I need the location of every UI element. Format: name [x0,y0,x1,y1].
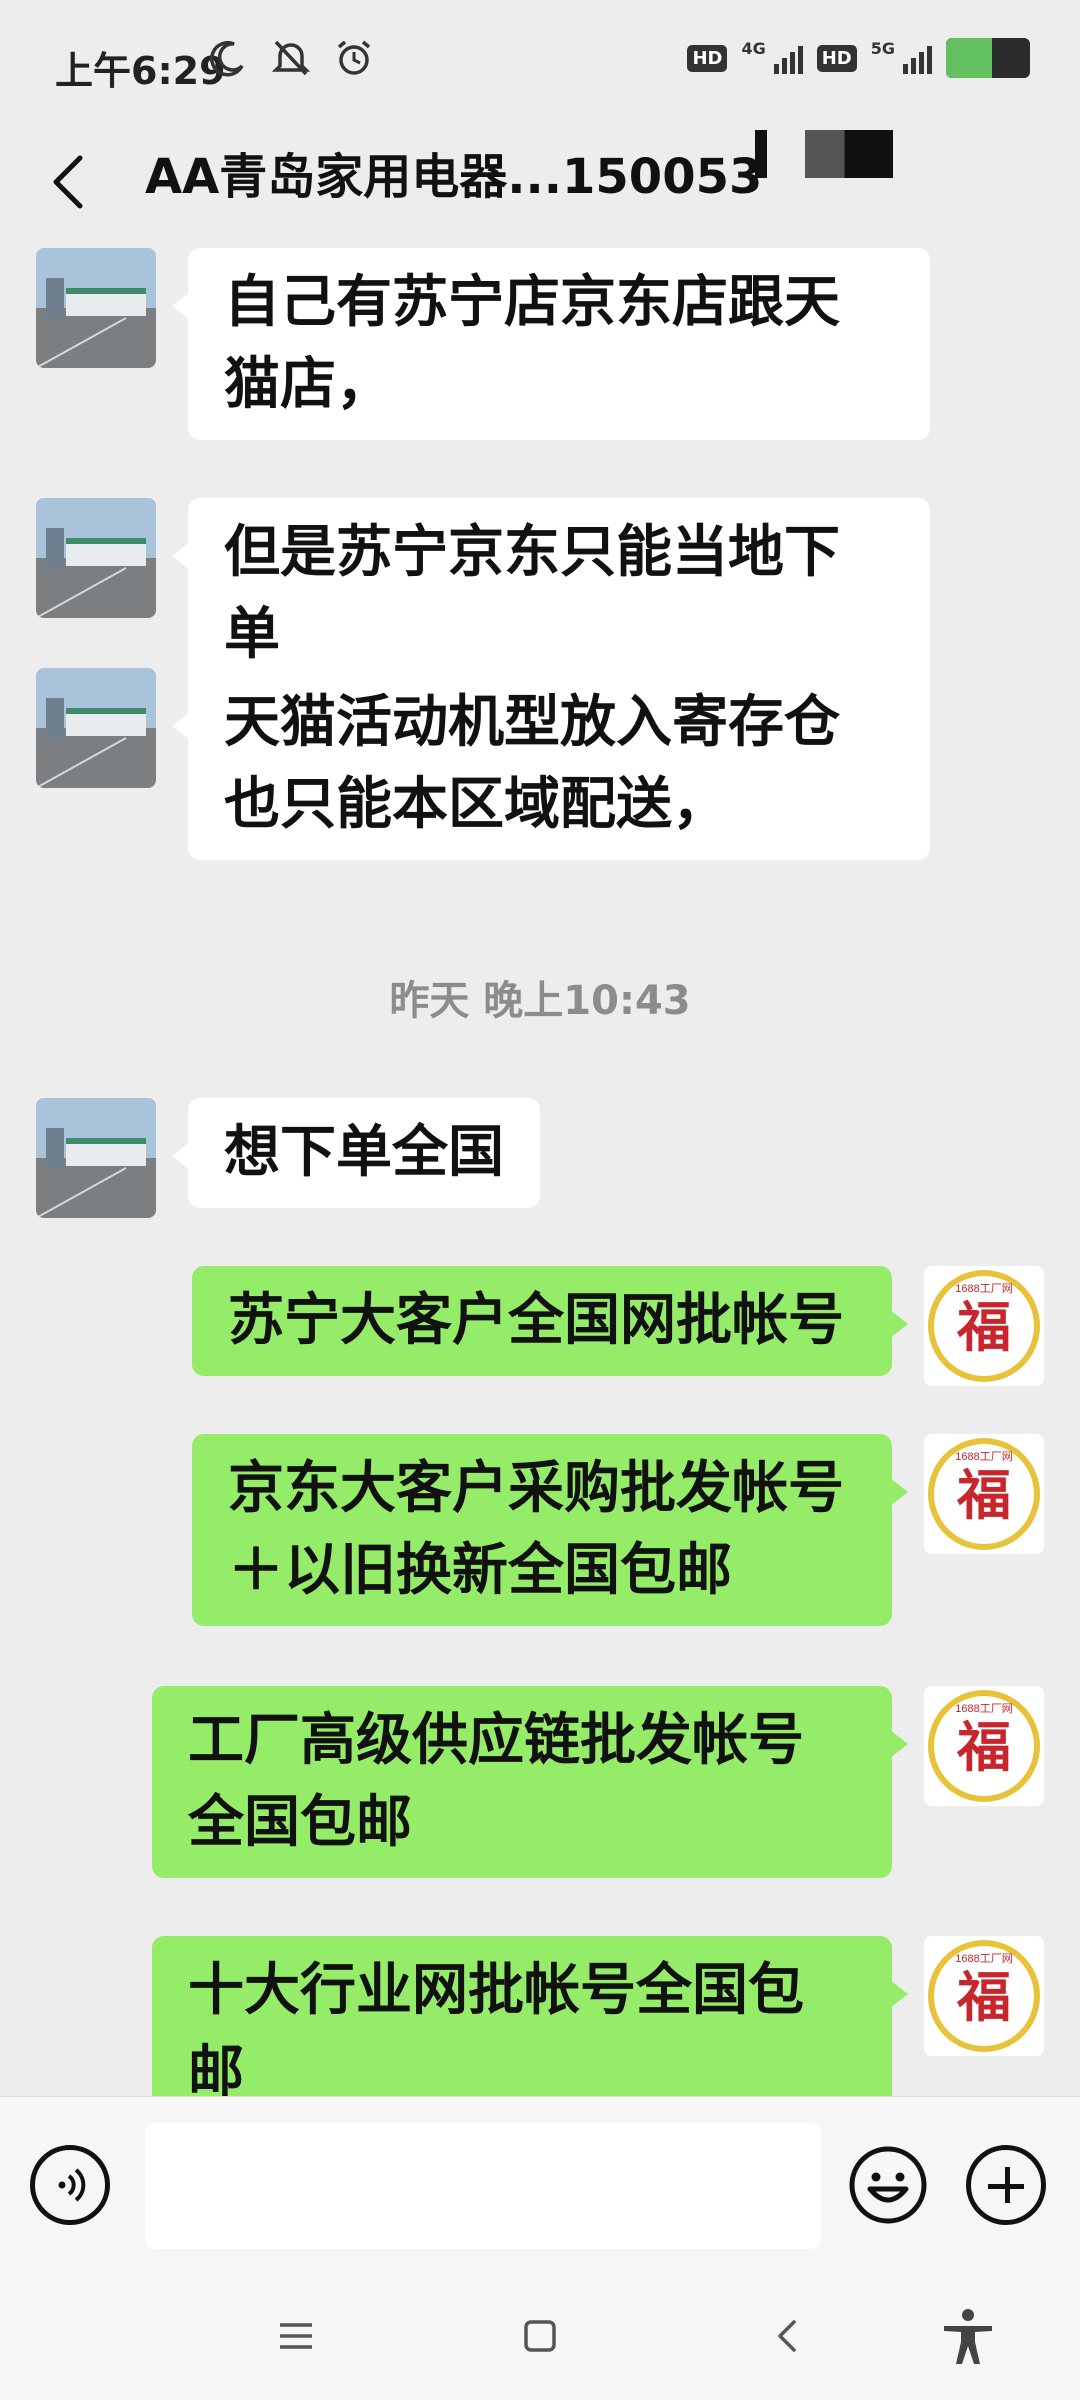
signal-icon [903,42,932,74]
plus-button[interactable] [966,2145,1046,2225]
avatar[interactable]: 1688工厂网 福 [924,1434,1044,1554]
system-nav-bar [0,2266,1080,2400]
network-label-5g: 5G [870,38,895,58]
avatar[interactable]: 1688工厂网 福 [924,1686,1044,1806]
avatar[interactable] [36,498,156,618]
building-photo-icon [36,248,156,368]
avatar[interactable]: 1688工厂网 福 [924,1936,1044,2056]
logo-text: 1688工厂网 [955,1283,1012,1295]
redaction-block [805,130,893,178]
message-bubble[interactable]: 苏宁大客户全国网批帐号 [192,1266,908,1376]
hd-badge: HD [816,44,857,72]
logo-text: 1688工厂网 [955,1703,1012,1715]
logo-char: 福 [956,1965,1011,2029]
mute-bell-icon [271,40,311,76]
alarm-icon [337,40,371,75]
voice-button[interactable] [30,2145,110,2225]
menu-button[interactable] [256,2296,336,2376]
accessibility-icon [944,2309,992,2364]
title-bar: AA青岛家用电器...150053 [0,120,1080,240]
logo-char: 福 [956,1295,1011,1359]
battery-fill [946,38,993,78]
message-bubble[interactable]: 自己有苏宁店京东店跟天猫店， [172,248,930,440]
fu-logo-icon: 1688工厂网 福 [924,1266,1044,1386]
avatar[interactable] [36,248,156,368]
chat-title[interactable]: AA青岛家用电器...150053 [145,142,762,212]
message-bubble[interactable]: 京东大客户采购批发帐号＋以旧换新全国包邮 [192,1434,908,1626]
input-bar [0,2096,1080,2267]
nav-back-button[interactable] [748,2296,828,2376]
message-input[interactable] [145,2123,821,2249]
message-bubble[interactable]: 工厂高级供应链批发帐号全国包邮 [152,1686,908,1878]
back-icon [778,2320,796,2352]
avatar[interactable]: 1688工厂网 福 [924,1266,1044,1386]
status-icons-left [208,38,374,78]
message-bubble[interactable]: 想下单全国 [172,1098,540,1208]
avatar[interactable] [36,1098,156,1218]
menu-icon [280,2323,312,2349]
avatar[interactable] [36,668,156,788]
redaction-block [755,130,767,178]
home-icon [524,2320,556,2352]
status-time: 上午6:29 [55,49,226,93]
logo-char: 福 [956,1715,1011,1779]
building-photo-icon [36,498,156,618]
building-photo-icon [36,1098,156,1218]
accessibility-button[interactable] [928,2296,1008,2376]
back-button[interactable] [40,142,100,222]
logo-char: 福 [956,1463,1011,1527]
voice-icon [58,2168,86,2202]
moon-icon [210,40,244,77]
building-photo-icon [36,668,156,788]
logo-text: 1688工厂网 [955,1451,1012,1463]
emoji-icon [849,2146,927,2224]
home-button[interactable] [500,2296,580,2376]
status-bar: 上午6:29 HD 4G HD 5G [0,0,1080,120]
status-icons-right: HD 4G HD 5G [687,38,1030,78]
message-bubble[interactable]: 但是苏宁京东只能当地下单 [172,498,930,690]
network-label-4g: 4G [741,38,766,58]
message-bubble[interactable]: 天猫活动机型放入寄存仓也只能本区域配送， [172,668,930,860]
battery-icon [946,38,1030,78]
emoji-button[interactable] [848,2145,928,2225]
logo-text: 1688工厂网 [955,1953,1012,1965]
hd-badge: HD [687,44,728,72]
fu-logo-icon: 1688工厂网 福 [924,1434,1044,1554]
signal-icon [773,42,803,74]
timestamp: 昨天 晚上10:43 [389,978,691,1024]
fu-logo-icon: 1688工厂网 福 [924,1686,1044,1806]
fu-logo-icon: 1688工厂网 福 [924,1936,1044,2056]
chevron-left-icon [53,155,83,209]
